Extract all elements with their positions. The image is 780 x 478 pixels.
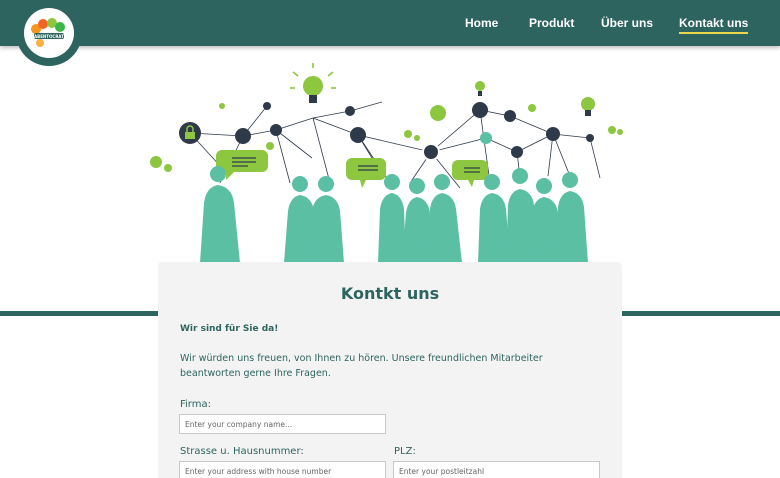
contact-intro-text: Wir würden uns freuen, von Ihnen zu höre… [180, 353, 543, 379]
speech-bubble-icon [346, 158, 386, 188]
lightbulb-icon [581, 97, 595, 116]
page-title: Kontkt uns [340, 284, 440, 303]
lock-icon [179, 122, 201, 144]
music-icon [511, 146, 523, 158]
company-label: Firma: [180, 399, 211, 410]
company-field[interactable] [179, 414, 386, 434]
nav-ueber-uns[interactable]: Über uns [601, 0, 653, 46]
street-field[interactable] [179, 461, 386, 478]
globe-icon [422, 143, 440, 161]
logo-badge[interactable]: ABENTOCRAT [16, 0, 82, 66]
hero-network-illustration [150, 63, 623, 263]
logo-text: ABENTOCRAT [34, 34, 64, 39]
headphones-icon [546, 127, 560, 141]
people-silhouettes [200, 166, 588, 263]
nav-kontakt-uns[interactable]: Kontakt uns [679, 0, 749, 46]
page: ABENTOCRAT Home Produkt Über uns Kontakt… [0, 0, 780, 478]
lightbulb-icon [475, 81, 485, 96]
network-node-icon [345, 106, 355, 116]
network-node-icon [350, 127, 366, 143]
nav-produkt[interactable]: Produkt [529, 0, 574, 46]
mail-icon [472, 102, 488, 118]
network-node-icon [480, 132, 492, 144]
network-node-icon [263, 102, 271, 110]
zip-field[interactable] [393, 461, 600, 478]
contact-card: Kontkt uns Wir sind für Sie da! Wir würd… [158, 262, 622, 478]
street-label: Strasse u. Hausnummer: [180, 446, 304, 457]
lightbulb-icon [290, 63, 336, 103]
network-node-icon [270, 124, 282, 136]
contact-subtitle: Wir sind für Sie da! [180, 324, 279, 334]
nav-home[interactable]: Home [465, 0, 498, 46]
logo: ABENTOCRAT [24, 8, 74, 58]
network-node-icon [586, 134, 594, 142]
logo-fruit-icon: ABENTOCRAT [31, 18, 65, 47]
network-node-icon [235, 128, 251, 144]
zip-label: PLZ: [394, 446, 416, 457]
network-node-icon [504, 110, 516, 122]
top-navigation-bar [0, 0, 780, 46]
speech-bubble-icon [452, 160, 488, 187]
